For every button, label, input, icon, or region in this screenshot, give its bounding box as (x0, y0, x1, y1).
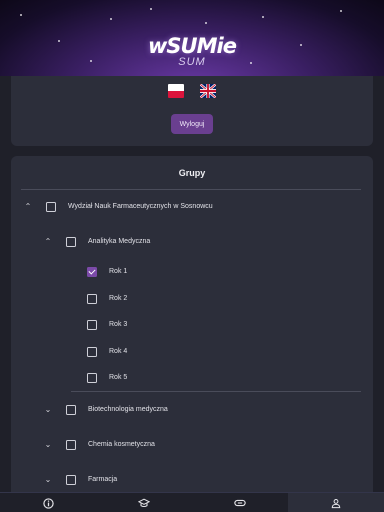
person-icon (331, 498, 341, 508)
nav-links[interactable] (192, 493, 288, 512)
link-icon (234, 499, 246, 507)
divider (21, 189, 361, 190)
account-card: Wyloguj (11, 76, 373, 146)
divider (71, 391, 361, 392)
nav-profile[interactable] (288, 493, 384, 512)
chevron-down-icon[interactable]: ⌄ (43, 440, 53, 450)
checkbox-program[interactable] (66, 440, 76, 450)
checkbox-program[interactable] (66, 405, 76, 415)
chevron-up-icon[interactable]: ⌃ (43, 237, 53, 247)
nav-studies[interactable] (96, 493, 192, 512)
year-label: Rok 1 (109, 268, 128, 275)
app-logo: wSUMie (148, 34, 237, 58)
chevron-down-icon[interactable]: ⌄ (43, 475, 53, 485)
checkbox-year[interactable] (87, 320, 97, 330)
program-label: Analityka Medyczna (88, 238, 151, 245)
bottom-nav (0, 492, 384, 512)
info-icon (42, 497, 54, 509)
year-label: Rok 5 (109, 374, 128, 381)
faculty-label: Wydział Nauk Farmaceutycznych w Sosnowcu (68, 203, 213, 210)
groups-title: Grupy (178, 168, 206, 178)
logout-button[interactable]: Wyloguj (171, 114, 213, 134)
program-label: Farmacja (88, 476, 118, 483)
program-label: Chemia kosmetyczna (88, 441, 155, 448)
chevron-up-icon[interactable]: ⌃ (23, 202, 33, 212)
checkbox-year[interactable] (87, 267, 97, 277)
flag-pl-icon[interactable] (168, 84, 184, 98)
year-label: Rok 4 (109, 348, 128, 355)
checkbox-year[interactable] (87, 347, 97, 357)
checkbox-year[interactable] (87, 294, 97, 304)
year-label: Rok 3 (109, 321, 128, 328)
graduation-cap-icon (138, 498, 150, 507)
year-label: Rok 2 (109, 295, 128, 302)
checkbox-faculty[interactable] (46, 202, 56, 212)
program-label: Biotechnologia medyczna (88, 406, 168, 413)
checkbox-program[interactable] (66, 475, 76, 485)
app-logo-subtitle: SUM (178, 56, 206, 68)
checkbox-year[interactable] (87, 373, 97, 383)
chevron-down-icon[interactable]: ⌄ (43, 405, 53, 415)
flag-uk-icon[interactable] (200, 84, 216, 98)
checkbox-program[interactable] (66, 237, 76, 247)
app-header: wSUMie SUM (0, 0, 384, 76)
nav-info[interactable] (0, 493, 96, 512)
groups-card: Grupy ⌃ Wydział Nauk Farmaceutycznych w … (11, 156, 373, 496)
